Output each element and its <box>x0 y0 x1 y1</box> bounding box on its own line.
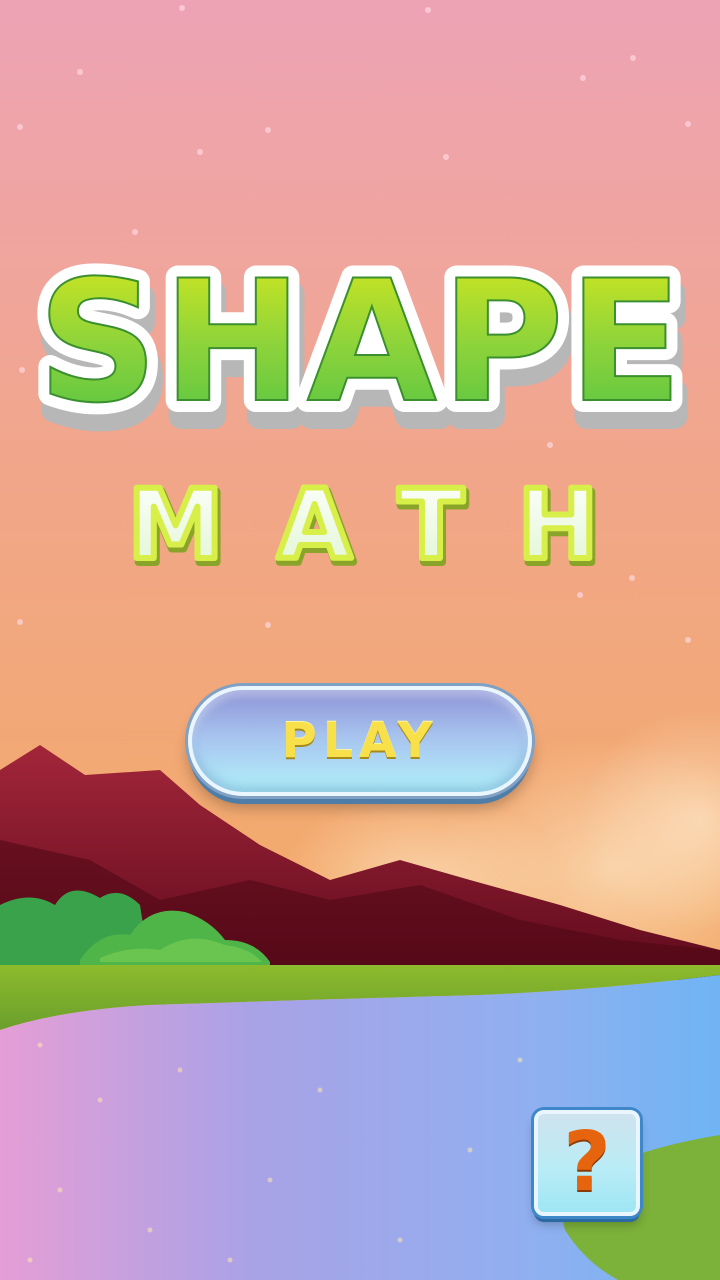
help-button[interactable]: ? <box>534 1110 640 1216</box>
play-button-label: PLAY <box>281 713 439 769</box>
title-line1-group: SHAPE SHAPE SHAPE <box>25 232 700 469</box>
title-line1: SHAPE <box>37 244 687 440</box>
title-art: SHAPE SHAPE SHAPE MATH MATH <box>25 232 700 589</box>
game-title: SHAPE SHAPE SHAPE MATH MATH <box>0 200 720 620</box>
title-line2-group: MATH MATH <box>125 466 652 589</box>
play-button[interactable]: PLAY <box>188 686 532 796</box>
title-line2: MATH <box>128 469 652 581</box>
question-mark-icon: ? <box>563 1115 611 1210</box>
background-scene <box>0 0 720 1280</box>
